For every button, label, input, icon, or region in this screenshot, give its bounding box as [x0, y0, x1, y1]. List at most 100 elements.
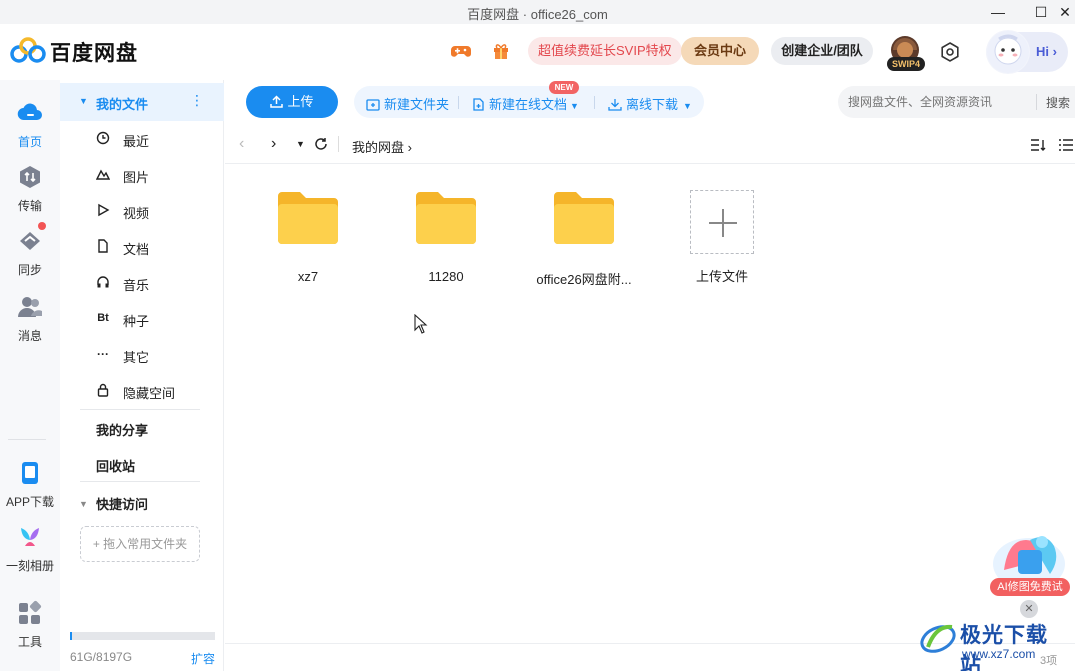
- folder-icon: [554, 192, 614, 244]
- lock-icon: [97, 383, 109, 397]
- offline-download-label: 离线下载: [626, 97, 679, 112]
- rail-item-app-download[interactable]: APP下载: [0, 460, 60, 510]
- nav-item-recent[interactable]: 最近: [60, 121, 224, 157]
- nav-quick-access[interactable]: 快捷访问: [96, 494, 148, 513]
- expand-storage-link[interactable]: 扩容: [191, 650, 215, 667]
- drop-favorite-folder-zone[interactable]: + 拖入常用文件夹: [80, 526, 200, 562]
- message-icon: [18, 297, 42, 317]
- nav-item-label: 文档: [123, 242, 150, 257]
- offline-download-button[interactable]: 离线下载 ▼: [608, 94, 692, 113]
- search-box: 搜索: [838, 86, 1075, 118]
- list-view-icon[interactable]: [1059, 138, 1073, 152]
- search-divider: [1036, 94, 1037, 110]
- collapse-triangle-icon[interactable]: ▼: [79, 96, 88, 106]
- new-online-doc-button[interactable]: 新建在线文档 ▼: [472, 94, 579, 113]
- nav-item-music[interactable]: 音乐: [60, 265, 224, 301]
- settings-icon[interactable]: [939, 41, 961, 63]
- avatar[interactable]: [986, 30, 1030, 74]
- rail-label-transfer: 传输: [17, 199, 42, 213]
- new-badge: NEW: [549, 81, 579, 94]
- svip-renew-promo[interactable]: 超值续费延长SVIP特权: [528, 37, 682, 65]
- file-name: office26网盘附...: [536, 272, 632, 287]
- mouse-cursor-icon: [414, 314, 428, 334]
- upload-icon: [270, 95, 284, 108]
- bt-icon: Bt: [97, 312, 109, 324]
- rail-item-message[interactable]: 消息: [0, 294, 60, 344]
- left-rail: 首页 传输 同步 消息 APP下载 一刻相册 工具: [0, 80, 60, 671]
- nav-item-others[interactable]: ··· 其它: [60, 337, 224, 373]
- upload-file-tile[interactable]: [690, 190, 754, 254]
- play-icon: [98, 203, 110, 217]
- storage-quota-bar: [70, 632, 215, 640]
- close-button[interactable]: ✕: [1050, 1, 1075, 23]
- folder-icon: [278, 192, 338, 244]
- image-icon: [96, 169, 110, 180]
- new-folder-icon: [366, 99, 380, 111]
- nav-item-label: 视频: [123, 206, 150, 221]
- game-icon[interactable]: [451, 42, 471, 60]
- watermark-url: www.xz7.com: [962, 647, 1036, 661]
- folder-item[interactable]: xz7: [244, 186, 372, 284]
- new-doc-icon: [473, 98, 484, 111]
- document-icon: [98, 239, 108, 253]
- transfer-icon: [20, 166, 40, 188]
- nav-item-videos[interactable]: 视频: [60, 193, 224, 229]
- back-icon[interactable]: ‹: [239, 135, 244, 153]
- rail-label-album: 一刻相册: [5, 559, 54, 573]
- nav-item-torrents[interactable]: Bt 种子: [60, 301, 224, 337]
- sort-icon[interactable]: [1030, 138, 1046, 152]
- rail-label-app-download: APP下载: [5, 495, 54, 509]
- upload-file-label: 上传文件: [695, 269, 748, 284]
- rail-divider: [8, 439, 46, 440]
- nav-item-hidden-space[interactable]: 隐藏空间: [60, 373, 224, 409]
- more-options-icon[interactable]: ⋮: [190, 92, 204, 109]
- rail-label-home: 首页: [17, 135, 42, 149]
- rail-item-home[interactable]: 首页: [0, 100, 60, 150]
- storage-quota-fill: [70, 632, 72, 640]
- plus-icon: [722, 209, 724, 237]
- nav-my-share[interactable]: 我的分享: [96, 420, 148, 439]
- sync-notification-dot: [38, 222, 46, 230]
- nav-item-documents[interactable]: 文档: [60, 229, 224, 265]
- baidu-netdisk-logo-icon: [10, 37, 46, 63]
- file-name: xz7: [297, 269, 319, 284]
- user-profile[interactable]: Hi ›: [986, 30, 1068, 74]
- nav-item-images[interactable]: 图片: [60, 157, 224, 193]
- create-team-button[interactable]: 创建企业/团队: [771, 37, 873, 65]
- refresh-icon[interactable]: [314, 137, 328, 151]
- breadcrumb-bar: ‹ › ▼ 我的网盘 ›: [225, 126, 1075, 164]
- storage-quota-text: 61G/8197G: [70, 650, 133, 664]
- close-icon[interactable]: ✕: [1020, 600, 1038, 618]
- rail-item-album[interactable]: 一刻相册: [0, 524, 60, 574]
- brand-name: 百度网盘: [50, 42, 138, 65]
- rail-item-tools[interactable]: 工具: [0, 600, 60, 650]
- new-folder-button[interactable]: 新建文件夹: [366, 94, 449, 113]
- search-input[interactable]: [848, 93, 1018, 111]
- breadcrumb[interactable]: 我的网盘 ›: [352, 137, 412, 156]
- nav-divider: [80, 409, 200, 410]
- tools-icon: [19, 600, 42, 624]
- nav-my-files-label: 我的文件: [96, 97, 149, 112]
- upload-label: 上传: [287, 94, 314, 109]
- headphones-icon: [97, 276, 109, 288]
- search-button[interactable]: 搜索: [1046, 94, 1070, 111]
- minimize-button[interactable]: —: [983, 1, 1013, 23]
- phone-icon: [22, 462, 38, 484]
- ai-retouch-label[interactable]: AI修图免费试: [990, 578, 1070, 596]
- download-icon: [608, 99, 622, 111]
- nav-my-files[interactable]: ▼ 我的文件 ⋮: [60, 83, 224, 121]
- folder-item[interactable]: 11280: [382, 186, 510, 284]
- collapse-triangle-icon[interactable]: ▼: [79, 499, 88, 509]
- app-header: 百度网盘 超值续费延长SVIP特权 会员中心 创建企业/团队 SWIP4 Hi …: [0, 24, 1075, 80]
- gift-icon[interactable]: [492, 42, 510, 60]
- folder-item[interactable]: office26网盘附...: [520, 186, 648, 288]
- rail-item-sync[interactable]: 同步: [0, 222, 60, 278]
- nav-divider: [80, 481, 200, 482]
- rail-item-transfer[interactable]: 传输: [0, 164, 60, 214]
- history-dropdown-icon[interactable]: ▼: [296, 135, 305, 153]
- vip-center-button[interactable]: 会员中心: [681, 37, 759, 65]
- forward-icon[interactable]: ›: [271, 135, 276, 153]
- nav-recycle-bin[interactable]: 回收站: [96, 456, 135, 475]
- folder-icon: [416, 192, 476, 244]
- upload-button[interactable]: 上传: [246, 86, 338, 118]
